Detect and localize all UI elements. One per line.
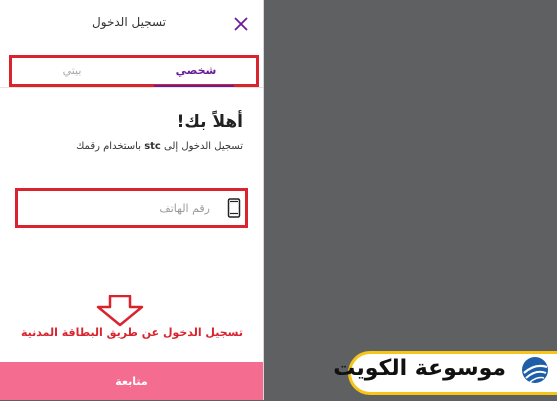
tab-home-label: بيتي xyxy=(62,64,82,77)
welcome-heading: أهلاً بك! xyxy=(176,112,243,132)
login-subtitle: تسجيل الدخول إلى stc باستخدام رقمك xyxy=(76,141,243,152)
watermark-logo: موسوعة الكويت xyxy=(333,347,557,400)
watermark-text: موسوعة الكويت xyxy=(333,356,506,381)
login-header: تسجيل الدخول xyxy=(0,0,263,48)
globe-logo-icon xyxy=(522,357,548,383)
subtitle-suffix: باستخدام رقمك xyxy=(76,141,145,152)
login-title: تسجيل الدخول xyxy=(92,15,166,29)
account-type-tabs: شخصي بيتي xyxy=(9,55,259,87)
login-panel: تسجيل الدخول شخصي بيتي أهلاً بك! تسجيل ا… xyxy=(0,0,264,400)
tab-personal[interactable]: شخصي xyxy=(136,58,256,84)
civil-id-login-link[interactable]: تسجيل الدخول عن طريق البطاقة المدنية xyxy=(21,326,243,339)
subtitle-prefix: تسجيل الدخول إلى xyxy=(160,141,243,152)
continue-button[interactable]: متابعة xyxy=(0,362,263,400)
tab-home[interactable]: بيتي xyxy=(12,58,132,84)
down-arrow-annotation-icon xyxy=(96,295,144,327)
phone-number-input[interactable] xyxy=(22,195,210,221)
phone-field-container xyxy=(15,188,248,228)
tabs-divider xyxy=(0,87,263,88)
subtitle-brand: stc xyxy=(144,141,161,152)
mobile-phone-icon xyxy=(227,198,241,218)
tab-personal-label: شخصي xyxy=(175,64,217,77)
close-icon[interactable] xyxy=(231,14,251,34)
